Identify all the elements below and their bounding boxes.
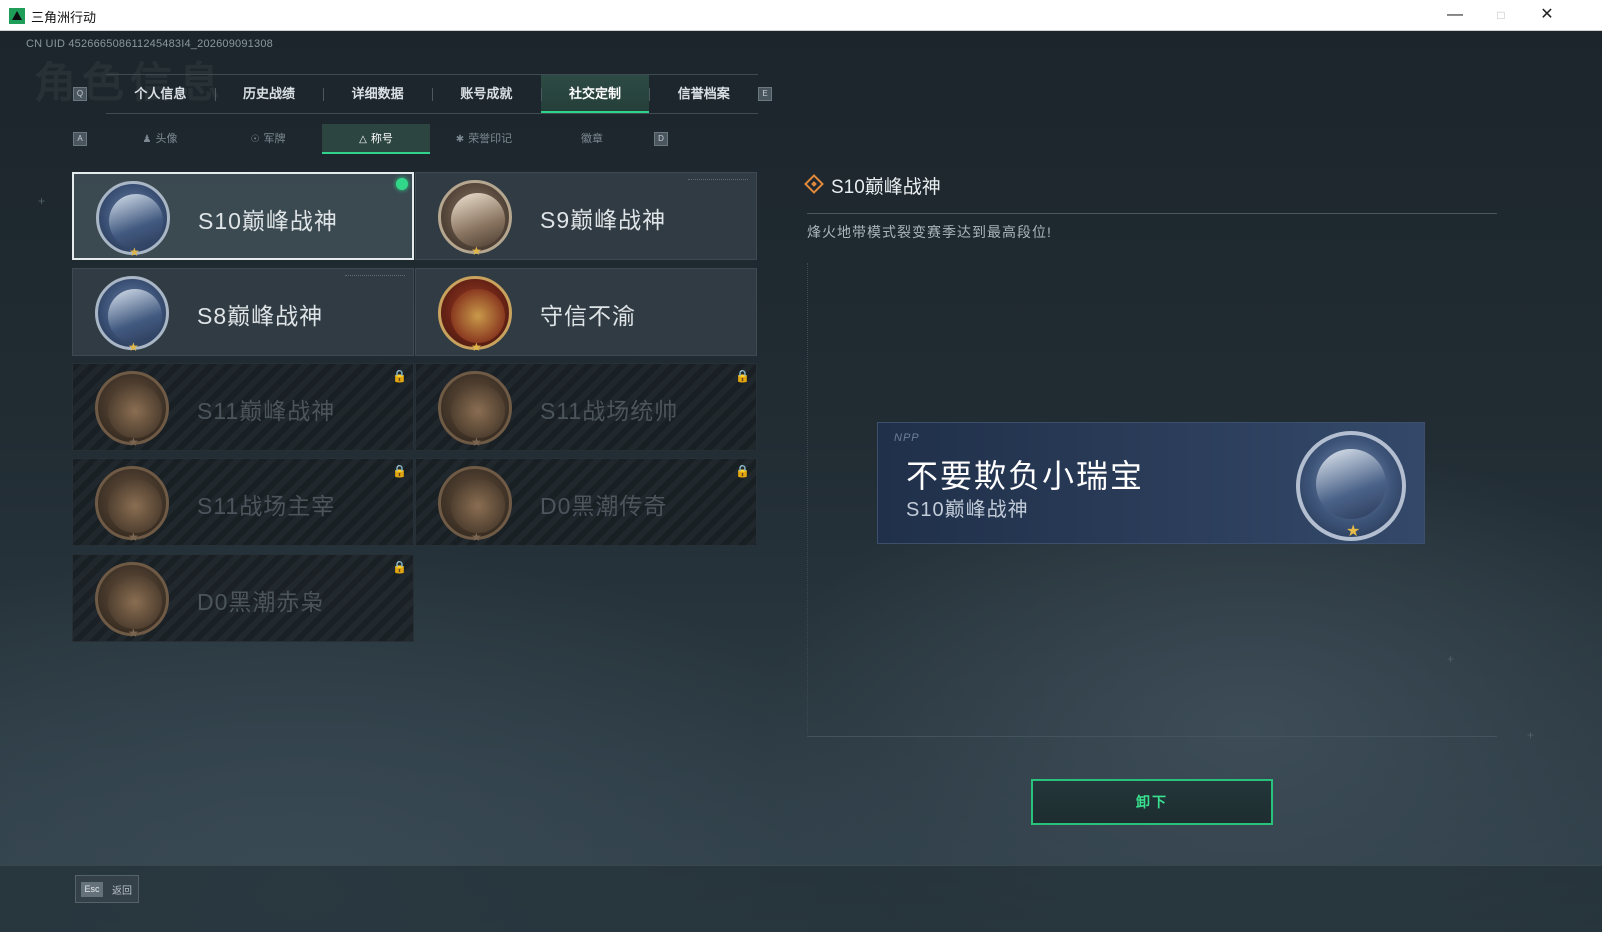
window-title: 三角洲行动	[31, 10, 97, 25]
lock-icon: 🔒	[392, 369, 407, 383]
card-corner-deco	[345, 275, 405, 277]
card-corner-deco	[688, 179, 748, 181]
s10-peak-badge-icon: ★	[1296, 431, 1406, 541]
title-card[interactable]: ★ 守信不渝	[415, 268, 757, 356]
title-card-locked[interactable]: ★ S11巅峰战神 🔒	[72, 363, 414, 451]
detail-divider	[807, 213, 1497, 214]
tab-personal-info[interactable]: 个人信息	[106, 75, 215, 113]
star-icon: ★	[1346, 523, 1361, 540]
title-card-label: 守信不渝	[540, 303, 636, 329]
emblem-icon: ✱	[455, 134, 465, 145]
tank-badge-icon: ★	[95, 371, 169, 449]
tab-detailed-data[interactable]: 详细数据	[323, 75, 432, 113]
detail-description: 烽火地带模式裂变赛季达到最高段位!	[807, 224, 1052, 240]
app-logo-icon	[9, 8, 25, 24]
unequip-button[interactable]: 卸下	[1031, 779, 1273, 825]
window-titlebar: 三角洲行动 — □ ✕	[0, 0, 1602, 31]
tab-social-customization[interactable]: 社交定制	[540, 75, 650, 113]
lock-icon: 🔒	[392, 464, 407, 478]
nameplate-player-name: 不要欺负小瑞宝	[906, 458, 1145, 494]
nameplate-logo: NPP	[894, 432, 920, 444]
lock-icon: 🔒	[735, 464, 750, 478]
lock-icon: 🔒	[735, 369, 750, 383]
subtab-dogtag[interactable]: ☉ 军牌	[214, 124, 322, 154]
nameplate-preview: NPP 不要欺负小瑞宝 S10巅峰战神 ★	[877, 422, 1425, 544]
masked-skull-badge-icon: ★	[95, 562, 169, 640]
arch-badge-icon: ★	[95, 466, 169, 544]
bottom-bar	[0, 865, 1602, 932]
maximize-button[interactable]: □	[1478, 0, 1524, 31]
subtab-avatar[interactable]: ♟ 头像	[106, 124, 214, 154]
sub-tab-bar: ♟ 头像 ☉ 军牌 △ 称号 ✱ 荣誉印记 徽章	[106, 124, 646, 154]
back-label: 返回	[112, 886, 132, 897]
title-card-label: S8巅峰战神	[197, 303, 324, 329]
s8-peak-badge-icon: ★	[95, 276, 169, 354]
tab-achievements[interactable]: 账号成就	[432, 75, 541, 113]
subtab-honor-emblem[interactable]: ✱ 荣誉印记	[430, 124, 538, 154]
star-icon: ★	[471, 530, 482, 544]
tab-credit-record[interactable]: 信誉档案	[649, 75, 758, 113]
game-viewport: CN UID 452666508611245483I4_202609091308…	[0, 31, 1602, 932]
star-icon: ★	[128, 530, 139, 544]
tab-match-history[interactable]: 历史战绩	[214, 75, 324, 113]
lock-icon: 🔒	[392, 560, 407, 574]
crosshair-deco-icon: +	[1527, 728, 1535, 742]
title-card[interactable]: ★ S10巅峰战神	[72, 172, 414, 260]
star-icon: ★	[128, 435, 139, 449]
title-card-label: D0黑潮传奇	[540, 493, 668, 519]
star-icon: ★	[471, 244, 482, 258]
title-card-label: S11巅峰战神	[197, 398, 336, 424]
armored-vehicle-badge-icon: ★	[438, 371, 512, 449]
hooded-figure-badge-icon: ★	[438, 466, 512, 544]
subtab-label: 头像	[155, 133, 178, 145]
main-tab-bar: 个人信息 历史战绩 详细数据 账号成就 社交定制 信誉档案	[106, 74, 758, 114]
triangle-icon: △	[359, 134, 367, 145]
key-hint-a: A	[73, 132, 87, 146]
subtab-title[interactable]: △ 称号	[322, 124, 430, 154]
subtab-label: 荣誉印记	[468, 133, 513, 145]
title-card-label: D0黑潮赤枭	[197, 589, 325, 615]
title-card[interactable]: ★ S8巅峰战神	[72, 268, 414, 356]
title-card-locked[interactable]: ★ S11战场统帅 🔒	[415, 363, 757, 451]
detail-title: S10巅峰战神	[831, 177, 941, 198]
key-hint-d: D	[654, 132, 668, 146]
scales-badge-icon: ★	[438, 276, 512, 354]
esc-key-hint: Esc	[81, 882, 103, 897]
star-icon: ★	[471, 340, 482, 354]
title-card-locked[interactable]: ★ D0黑潮传奇 🔒	[415, 458, 757, 546]
key-hint-q: Q	[73, 87, 87, 101]
subtab-label: 称号	[370, 133, 393, 145]
s10-peak-badge-icon: ★	[96, 181, 170, 259]
title-card-label: S10巅峰战神	[198, 208, 338, 234]
person-icon: ♟	[142, 134, 152, 145]
title-card[interactable]: ★ S9巅峰战神	[415, 172, 757, 260]
star-icon: ★	[129, 245, 140, 259]
star-icon: ★	[128, 626, 139, 640]
tag-icon: ☉	[250, 134, 260, 145]
subtab-label: 军牌	[263, 133, 286, 145]
title-card-label: S9巅峰战神	[540, 207, 667, 233]
subtab-label: 徽章	[581, 133, 603, 145]
equipped-indicator-icon	[396, 178, 408, 190]
back-button[interactable]: Esc 返回	[75, 875, 139, 903]
title-card-label: S11战场主宰	[197, 493, 336, 519]
star-icon: ★	[128, 340, 139, 354]
crosshair-deco-icon: +	[38, 194, 46, 208]
subtab-badge[interactable]: 徽章	[538, 124, 646, 154]
minimize-button[interactable]: —	[1432, 0, 1478, 31]
close-button[interactable]: ✕	[1524, 0, 1570, 31]
title-card-locked[interactable]: ★ S11战场主宰 🔒	[72, 458, 414, 546]
title-card-locked[interactable]: ★ D0黑潮赤枭 🔒	[72, 554, 414, 642]
title-card-label: S11战场统帅	[540, 398, 679, 424]
nameplate-title: S10巅峰战神	[906, 499, 1029, 521]
star-icon: ★	[471, 435, 482, 449]
key-hint-e: E	[758, 87, 772, 101]
title-diamond-icon	[804, 174, 824, 194]
s9-peak-badge-icon: ★	[438, 180, 512, 258]
